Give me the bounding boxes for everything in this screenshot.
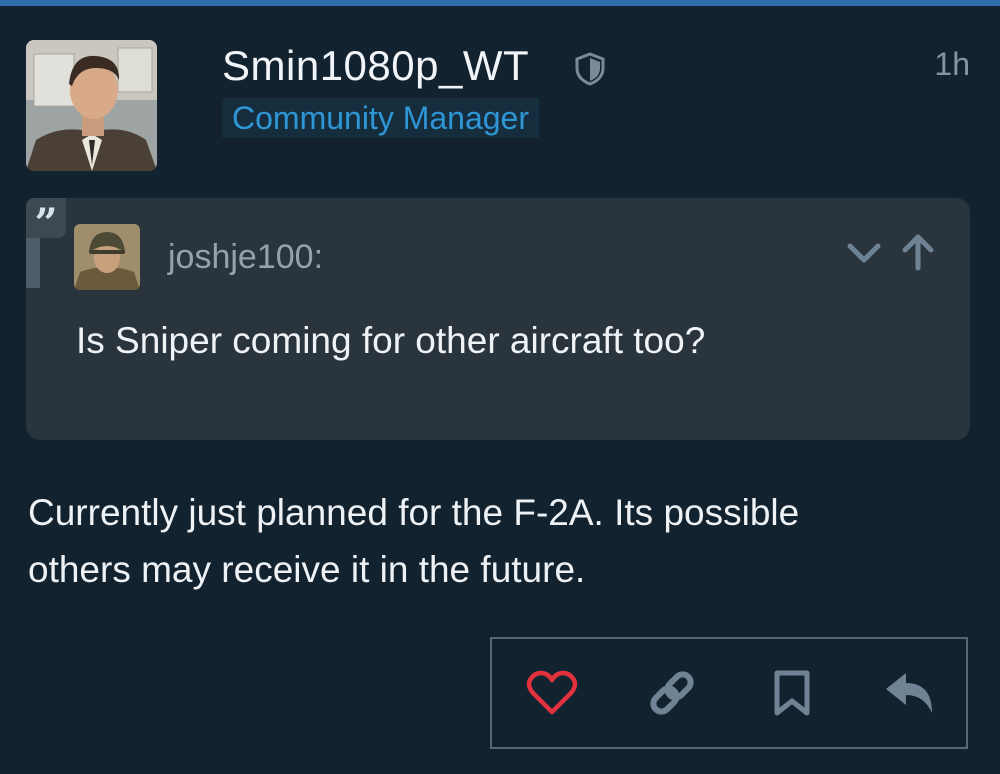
- author-username[interactable]: Smin1080p_WT: [222, 42, 529, 90]
- author-avatar[interactable]: [26, 40, 157, 171]
- post-body-line: Currently just planned for the F-2A. Its…: [28, 492, 800, 533]
- reply-button[interactable]: [882, 667, 938, 723]
- link-icon: [646, 667, 698, 724]
- post-timestamp[interactable]: 1h: [934, 46, 970, 83]
- reply-icon: [884, 671, 936, 720]
- bookmark-button[interactable]: [764, 667, 820, 723]
- chevron-down-icon[interactable]: [846, 236, 882, 272]
- user-title-badge: Community Manager: [222, 98, 539, 138]
- like-button[interactable]: [524, 667, 580, 723]
- heart-icon: [526, 670, 578, 721]
- quote-text: Is Sniper coming for other aircraft too?: [76, 320, 706, 361]
- shield-icon: [574, 52, 606, 86]
- quote-bar: [26, 238, 40, 288]
- top-divider: [0, 0, 1000, 6]
- bookmark-icon: [772, 669, 812, 722]
- post-actions: [490, 637, 968, 749]
- post-body-line: others may receive it in the future.: [28, 549, 586, 590]
- post-body: Currently just planned for the F-2A. Its…: [28, 484, 958, 598]
- quote-author-avatar[interactable]: [74, 224, 140, 290]
- arrow-up-icon[interactable]: [898, 232, 938, 272]
- quote-block: [26, 198, 970, 440]
- copy-link-button[interactable]: [644, 667, 700, 723]
- quote-author-name: joshje100:: [168, 238, 324, 276]
- quote-icon: ”: [26, 198, 66, 247]
